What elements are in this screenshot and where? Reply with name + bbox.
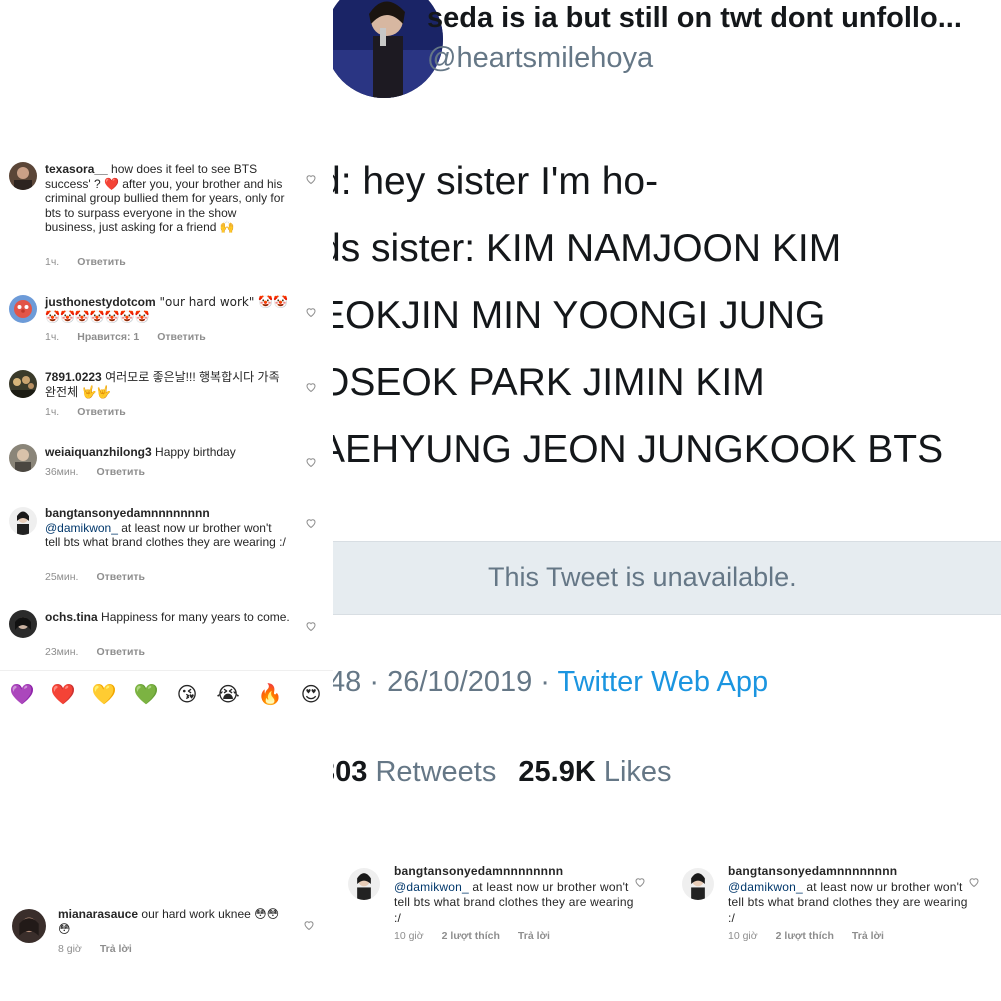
comment-time: 8 giờ bbox=[58, 943, 82, 955]
avatar[interactable] bbox=[9, 444, 37, 472]
comment-username[interactable]: ochs.tina bbox=[45, 610, 98, 624]
comment-username[interactable]: texasora__ bbox=[45, 162, 108, 176]
comment-username[interactable]: justhonestydotcom bbox=[45, 295, 156, 309]
comment-item: justhonestydotcom "our hard work" 🤡🤡🤡🤡🤡🤡… bbox=[0, 294, 333, 346]
comment-time: 10 giờ bbox=[394, 930, 424, 942]
comment-username[interactable]: 7891.0223 bbox=[45, 370, 102, 384]
comment-item: weiaiquanzhilong3 Happy birthday 36мин. О… bbox=[0, 444, 333, 482]
tweet-line: OSEOK PARK JIMIN KIM bbox=[333, 361, 765, 404]
like-heart-icon[interactable] bbox=[305, 306, 317, 318]
avatar[interactable] bbox=[9, 295, 37, 323]
reply-button[interactable]: Ответить bbox=[96, 646, 145, 658]
avatar[interactable] bbox=[9, 162, 37, 190]
reply-button[interactable]: Trả lời bbox=[518, 930, 550, 942]
comment-time: 1ч. bbox=[45, 256, 60, 268]
comment-text: Happiness for many years to come. bbox=[97, 610, 290, 624]
tweet-handle[interactable]: @heartsmilehoya bbox=[427, 42, 653, 75]
comment-time: 10 giờ bbox=[728, 930, 758, 942]
tweet-line: d: hey sister I'm ho- bbox=[333, 160, 659, 203]
tweet-timestamp: :48 · 26/10/2019 · Twitter Web App bbox=[333, 666, 768, 699]
yellow-heart-emoji[interactable]: 💛 bbox=[90, 680, 118, 708]
mention-link[interactable]: @damikwon_ bbox=[394, 880, 469, 894]
comment-time: 23мин. bbox=[45, 646, 79, 658]
tweet-body: d: hey sister I'm ho-ds sister: KIM NAMJ… bbox=[333, 148, 943, 483]
mention-link[interactable]: @damikwon_ bbox=[728, 880, 803, 894]
retweets-label: Retweets bbox=[367, 756, 497, 788]
unavailable-quote-tweet[interactable]: This Tweet is unavailable. bbox=[333, 541, 1001, 615]
comment-item: ochs.tina Happiness for many years to co… bbox=[0, 609, 333, 661]
comment-time: 1ч. bbox=[45, 331, 60, 343]
green-heart-emoji[interactable]: 💚 bbox=[132, 680, 160, 708]
like-heart-icon[interactable] bbox=[305, 456, 317, 468]
purple-heart-emoji[interactable]: 💜 bbox=[8, 680, 36, 708]
emoji-quick-reactions: 💜 ❤️ 💛 💚 😘 😭 🔥 😍 bbox=[0, 680, 333, 712]
comment-text: Happy birthday bbox=[151, 445, 236, 459]
likes-label: Likes bbox=[595, 756, 672, 788]
comment-likes[interactable]: Нравится: 1 bbox=[77, 331, 139, 343]
reply-button[interactable]: Trả lời bbox=[100, 943, 132, 955]
comment-likes[interactable]: 2 lượt thích bbox=[442, 930, 500, 942]
retweets-count: 303 bbox=[333, 756, 368, 788]
divider bbox=[0, 670, 333, 671]
reply-button[interactable]: Ответить bbox=[77, 406, 126, 418]
comment-item: texasora__ how does it feel to see BTS s… bbox=[0, 160, 333, 272]
tweet-time-date[interactable]: :48 · 26/10/2019 · bbox=[333, 666, 557, 698]
tweet-line: EOKJIN MIN YOONGI JUNG bbox=[333, 294, 826, 337]
retweets-stat[interactable]: 303 Retweets bbox=[333, 756, 496, 788]
left-comments-panel: texasora__ how does it feel to see BTS s… bbox=[0, 0, 333, 1001]
comment-username[interactable]: mianarasauce bbox=[58, 907, 138, 921]
kiss-face-emoji[interactable]: 😘 bbox=[173, 680, 201, 708]
reply-button[interactable]: Trả lời bbox=[852, 930, 884, 942]
like-heart-icon[interactable] bbox=[305, 517, 317, 529]
like-heart-icon[interactable] bbox=[305, 173, 317, 185]
tweet-source-link[interactable]: Twitter Web App bbox=[557, 666, 768, 698]
avatar[interactable] bbox=[12, 909, 46, 943]
crying-face-emoji[interactable]: 😭 bbox=[214, 680, 242, 708]
likes-stat[interactable]: 25.9K Likes bbox=[518, 756, 671, 788]
comment-username[interactable]: bangtansonyedamnnnnnnnn bbox=[728, 864, 897, 878]
comment-username[interactable]: weiaiquanzhilong3 bbox=[45, 445, 152, 459]
tweet-line: ds sister: KIM NAMJOON KIM bbox=[333, 227, 842, 270]
tweet-panel: seda is ia but still on twt dont unfollo… bbox=[333, 0, 1001, 860]
mention-link[interactable]: @damikwon_ bbox=[45, 521, 118, 535]
tweet-stats: 303 Retweets 25.9K Likes bbox=[333, 756, 672, 789]
likes-count: 25.9K bbox=[518, 756, 596, 788]
comment-item: mianarasauce our hard work uknee 😳😳😳 8 g… bbox=[0, 905, 333, 961]
comment-item: bangtansonyedamnnnnnnnn @damikwon_ at lea… bbox=[670, 860, 1000, 942]
like-heart-icon[interactable] bbox=[968, 876, 980, 888]
comment-likes[interactable]: 2 lượt thích bbox=[776, 930, 834, 942]
avatar[interactable] bbox=[682, 868, 714, 900]
reply-button[interactable]: Ответить bbox=[157, 331, 206, 343]
comment-time: 25мин. bbox=[45, 571, 79, 583]
avatar[interactable] bbox=[9, 370, 37, 398]
comment-item: bangtansonyedamnnnnnnnn @damikwon_ at lea… bbox=[336, 860, 666, 942]
unavailable-text: This Tweet is unavailable. bbox=[488, 562, 797, 592]
like-heart-icon[interactable] bbox=[303, 919, 315, 931]
like-heart-icon[interactable] bbox=[305, 381, 317, 393]
comment-time: 36мин. bbox=[45, 466, 79, 478]
like-heart-icon[interactable] bbox=[305, 620, 317, 632]
like-heart-icon[interactable] bbox=[634, 876, 646, 888]
reply-button[interactable]: Ответить bbox=[96, 571, 145, 583]
comment-item: bangtansonyedamnnnnnnnn @damikwon_ at lea… bbox=[0, 505, 333, 585]
tweet-line: AEHYUNG JEON JUNGKOOK BTS bbox=[333, 428, 944, 471]
heart-eyes-emoji[interactable]: 😍 bbox=[297, 680, 325, 708]
fire-emoji[interactable]: 🔥 bbox=[256, 680, 284, 708]
comment-time: 1ч. bbox=[45, 406, 60, 418]
comment-item: 7891.0223 여러모로 좋은날!!! 행복합시다 가족완전체 🤟🤟 1ч.… bbox=[0, 369, 333, 421]
avatar[interactable] bbox=[348, 868, 380, 900]
tweet-display-name[interactable]: seda is ia but still on twt dont unfollo… bbox=[427, 2, 962, 35]
reply-button[interactable]: Ответить bbox=[77, 256, 126, 268]
comment-username[interactable]: bangtansonyedamnnnnnnnn bbox=[45, 506, 210, 520]
avatar[interactable] bbox=[9, 507, 37, 535]
red-heart-emoji[interactable]: ❤️ bbox=[49, 680, 77, 708]
avatar[interactable] bbox=[9, 610, 37, 638]
comment-username[interactable]: bangtansonyedamnnnnnnnn bbox=[394, 864, 563, 878]
reply-button[interactable]: Ответить bbox=[96, 466, 145, 478]
